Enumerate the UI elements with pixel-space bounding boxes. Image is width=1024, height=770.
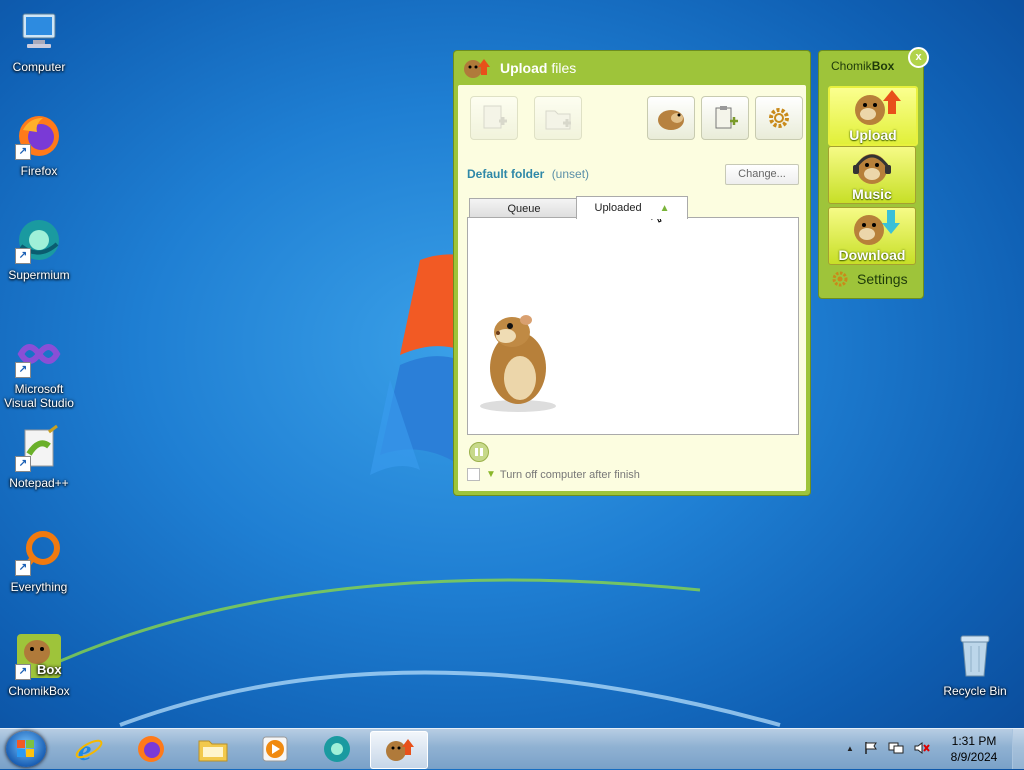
brand-regular: Chomik [831, 59, 872, 73]
download-label: Download [838, 247, 906, 263]
chomik-button[interactable] [647, 96, 695, 140]
add-files-button[interactable] [470, 96, 518, 140]
music-label: Music [852, 186, 892, 202]
pause-button[interactable] [469, 442, 489, 462]
chomikbox-icon [386, 739, 414, 761]
sort-ascending-icon: ▲ [659, 203, 670, 214]
shortcut-arrow-icon: ↗ [15, 456, 31, 472]
title-bold: Upload [500, 60, 548, 76]
shortcut-arrow-icon: ↗ [15, 144, 31, 160]
folder-icon [198, 740, 228, 762]
shortcut-arrow-icon: ↗ [15, 664, 31, 680]
network-icon[interactable] [888, 741, 904, 755]
internet-explorer-icon: e [75, 734, 103, 764]
triangle-down-icon: ▼ [486, 469, 496, 480]
supermium-icon [324, 736, 350, 762]
taskbar-internet-explorer[interactable]: e [62, 731, 116, 767]
clipboard-button[interactable] [701, 96, 749, 140]
computer-icon [15, 8, 63, 56]
desktop-icon-notepadpp[interactable]: ↗ Notepad++ [1, 424, 77, 490]
media-player-icon [262, 736, 288, 762]
side-settings-button[interactable]: Settings [831, 270, 908, 288]
shortcut-arrow-icon: ↗ [15, 560, 31, 576]
upload-window-title[interactable]: Upload files [454, 51, 810, 85]
clock-date: 8/9/2024 [950, 750, 998, 764]
default-folder-row: Default folder (unset) [467, 167, 589, 181]
show-desktop-button[interactable] [1012, 729, 1024, 769]
tab-queue-label: Queue [507, 203, 541, 215]
chomikbox-side-panel: ChomikBox x Upload Music Download Settin… [818, 47, 929, 299]
add-folder-button[interactable] [534, 96, 582, 140]
uploaded-files-list[interactable] [467, 217, 799, 435]
firefox-icon [138, 736, 164, 762]
tab-uploaded-label: Uploaded [594, 202, 642, 214]
desktop-icon-firefox[interactable]: ↗ Firefox [1, 112, 77, 178]
tray-expand-icon[interactable]: ▲ [846, 744, 854, 753]
chomikbox-icon: Box ↗ [15, 632, 63, 680]
taskbar-file-explorer[interactable] [186, 731, 240, 767]
hamster-headphones-icon [853, 154, 891, 184]
taskbar-media-player[interactable] [248, 731, 302, 767]
hamster-mascot-image [480, 315, 556, 412]
brand-bold: Box [871, 59, 895, 73]
firefox-icon: ↗ [15, 112, 63, 160]
visual-studio-label-line1: Microsoft [14, 382, 64, 396]
desktop-icon-computer[interactable]: Computer [1, 8, 77, 74]
upload-mode-button[interactable]: Upload [828, 86, 918, 146]
change-folder-button[interactable]: Change... [725, 164, 799, 185]
desktop-icon-supermium[interactable]: ↗ Supermium [1, 216, 77, 282]
everything-icon: ↗ [15, 528, 63, 576]
upload-label: Upload [849, 127, 897, 143]
clipboard-icon [715, 106, 738, 129]
visual-studio-icon: ↗ [15, 330, 63, 378]
music-mode-button[interactable]: Music [828, 146, 916, 204]
clock-time: 1:31 PM [951, 734, 997, 748]
notepadpp-icon: ↗ [15, 424, 63, 472]
chomik-upload-icon [464, 59, 490, 78]
taskbar-chomikbox[interactable] [370, 731, 428, 769]
settings-label: Settings [857, 271, 908, 287]
windows-flag-icon [17, 740, 34, 757]
upload-window-body: Default folder (unset) Change... Queue U… [458, 85, 806, 491]
hamster-icon [658, 110, 684, 130]
tab-uploaded[interactable]: Uploaded ▲ [576, 196, 688, 219]
desktop-icon-recycle-bin[interactable]: Recycle Bin [937, 632, 1013, 698]
start-button[interactable] [6, 731, 46, 767]
visual-studio-label-line2: Visual Studio [4, 396, 74, 410]
taskbar-supermium[interactable] [310, 731, 364, 767]
hamster-upload-icon [855, 90, 901, 125]
svg-text:Box: Box [37, 662, 62, 677]
taskbar-firefox[interactable] [124, 731, 178, 767]
shutdown-option[interactable]: ▼ Turn off computer after finish [467, 468, 640, 481]
upload-files-window: Upload files Default folder (unset) Chan… [453, 50, 811, 496]
desktop-icon-chomikbox[interactable]: Box ↗ ChomikBox [1, 632, 77, 698]
add-file-icon [483, 105, 507, 129]
volume-muted-icon[interactable] [914, 741, 930, 755]
desktop-icon-everything[interactable]: ↗ Everything [1, 528, 77, 594]
title-rest: files [547, 60, 577, 76]
add-folder-icon [545, 110, 571, 130]
gear-icon [832, 271, 848, 287]
action-center-flag-icon[interactable] [864, 741, 878, 755]
default-folder-value: (unset) [551, 167, 590, 181]
wallpaper-swoosh [39, 578, 781, 727]
desktop-icon-visual-studio[interactable]: ↗ Microsoft Visual Studio [1, 330, 77, 410]
default-folder-label: Default folder [467, 167, 545, 181]
shutdown-checkbox[interactable] [467, 468, 480, 481]
close-button[interactable]: x [908, 47, 929, 68]
shortcut-arrow-icon: ↗ [15, 248, 31, 264]
hamster-download-icon [854, 210, 900, 245]
download-mode-button[interactable]: Download [828, 207, 916, 265]
recycle-bin-icon [951, 632, 999, 680]
shutdown-label: Turn off computer after finish [499, 468, 640, 481]
taskbar: e ▲ 1:31 PM 8/9/2024 [0, 728, 1024, 769]
supermium-icon: ↗ [15, 216, 63, 264]
shortcut-arrow-icon: ↗ [15, 362, 31, 378]
system-tray: ▲ [846, 741, 930, 755]
tab-queue[interactable]: Queue [469, 198, 579, 219]
gear-icon [769, 108, 789, 128]
chomikbox-brand: ChomikBox [831, 59, 894, 73]
settings-button[interactable] [755, 96, 803, 140]
clock[interactable]: 1:31 PM 8/9/2024 [946, 733, 1002, 765]
